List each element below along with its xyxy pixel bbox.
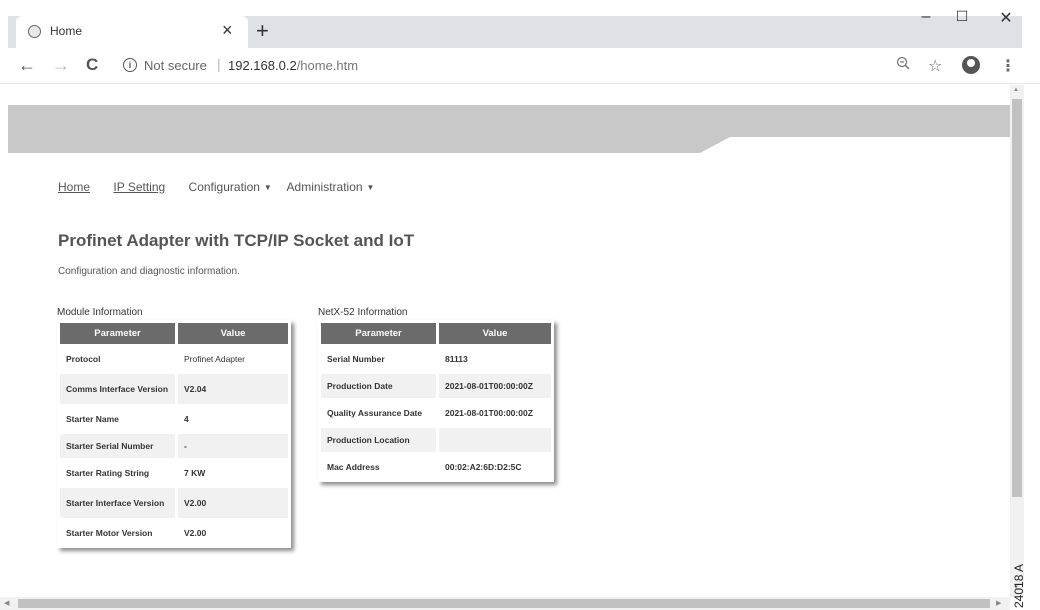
table-row: Starter Name 4: [60, 407, 288, 431]
table-header-row: Parameter Value: [60, 323, 288, 344]
menu-administration-dropdown[interactable]: Administration ▼: [287, 180, 375, 194]
chevron-down-icon: ▼: [366, 183, 375, 193]
param-cell: Starter Interface Version: [60, 488, 175, 518]
column-header-value: Value: [178, 323, 288, 344]
main-menu: Home IP Setting Configuration ▼ Administr…: [58, 180, 386, 194]
new-tab-button[interactable]: +: [256, 18, 269, 44]
value-cell: 2021-08-01T00:00:00Z: [439, 374, 551, 398]
menu-dots-icon[interactable]: ⋮: [1000, 56, 1016, 76]
param-cell: Mac Address: [327, 462, 380, 472]
table-row: Protocol Profinet Adapter: [60, 347, 288, 371]
maximize-button[interactable]: ☐: [950, 8, 974, 25]
scroll-right-icon[interactable]: ▶: [996, 599, 1001, 607]
param-cell: Production Location: [321, 428, 436, 452]
param-cell: Production Date: [321, 374, 436, 398]
browser-tab-home[interactable]: Home ×: [16, 16, 248, 48]
module-info-title: Module Information: [57, 307, 143, 318]
table-row: Quality Assurance Date 2021-08-01T00:00:…: [321, 401, 551, 425]
netx-info-table: Parameter Value Serial Number 81113 Prod…: [318, 320, 554, 482]
tab-title: Home: [50, 24, 83, 38]
vertical-scroll-thumb[interactable]: [1012, 99, 1022, 497]
table-row: Starter Interface Version V2.00: [60, 488, 288, 518]
value-cell: [439, 428, 551, 452]
column-header-value: Value: [439, 323, 551, 344]
value-cell: V2.00: [178, 488, 288, 518]
profile-icon[interactable]: [962, 56, 980, 74]
tab-close-icon[interactable]: ×: [222, 21, 233, 39]
minimize-button[interactable]: –: [914, 8, 938, 26]
vertical-scrollbar[interactable]: ▲ ▼: [1010, 85, 1024, 597]
param-cell: Starter Motor Version: [66, 528, 153, 538]
forward-icon[interactable]: →: [52, 54, 70, 76]
value-cell: 7 KW: [184, 468, 206, 478]
page-viewport: Home IP Setting Configuration ▼ Administr…: [0, 85, 1010, 597]
module-info-table: Parameter Value Protocol Profinet Adapte…: [57, 320, 291, 548]
browser-titlebar: Home × + – ☐ ✕: [0, 0, 1040, 48]
table-row: Starter Rating String 7 KW: [60, 461, 288, 485]
table-row: Serial Number 81113: [321, 347, 551, 371]
document-reference-label: 24018 A: [1012, 563, 1026, 608]
value-cell: 4: [184, 414, 189, 424]
param-cell: Protocol: [66, 354, 101, 364]
menu-configuration-dropdown[interactable]: Configuration ▼: [189, 180, 272, 194]
chevron-down-icon: ▼: [263, 183, 272, 193]
column-header-parameter: Parameter: [321, 323, 436, 344]
table-row: Starter Motor Version V2.00: [60, 521, 288, 545]
security-label[interactable]: Not secure: [144, 58, 207, 73]
zoom-icon[interactable]: [896, 56, 910, 75]
table-row: Production Location: [321, 428, 551, 452]
param-cell: Starter Name: [66, 414, 119, 424]
param-cell: Starter Rating String: [66, 468, 150, 478]
param-cell: Starter Serial Number: [60, 434, 175, 458]
url-separator: |: [217, 56, 221, 72]
value-cell: 2021-08-01T00:00:00Z: [445, 408, 533, 418]
horizontal-scroll-thumb[interactable]: [18, 599, 990, 608]
value-cell: 81113: [445, 354, 468, 364]
star-icon[interactable]: ☆: [928, 56, 942, 76]
back-icon[interactable]: ←: [18, 54, 36, 76]
url-field[interactable]: 192.168.0.2/home.htm: [228, 58, 358, 73]
value-cell: 00:02:A2:6D:D2:5C: [445, 462, 522, 472]
param-cell: Serial Number: [327, 354, 385, 364]
menu-ip-setting-link[interactable]: IP Setting: [113, 180, 165, 194]
value-cell: V2.04: [178, 374, 288, 404]
scroll-left-icon[interactable]: ◀: [4, 599, 9, 607]
table-row: Comms Interface Version V2.04: [60, 374, 288, 404]
info-icon[interactable]: i: [123, 58, 137, 72]
page-title: Profinet Adapter with TCP/IP Socket and …: [58, 231, 415, 250]
menu-home-link[interactable]: Home: [58, 180, 90, 194]
table-header-row: Parameter Value: [321, 323, 551, 344]
value-cell: Profinet Adapter: [184, 354, 245, 364]
address-bar-row: ← → C i Not secure | 192.168.0.2/home.ht…: [0, 48, 1040, 84]
value-cell: V2.00: [184, 528, 207, 538]
column-header-parameter: Parameter: [60, 323, 175, 344]
table-row: Mac Address 00:02:A2:6D:D2:5C: [321, 455, 551, 479]
url-host: 192.168.0.2: [228, 58, 297, 73]
url-path: /home.htm: [296, 58, 359, 73]
banner-cutout: [700, 137, 1010, 153]
netx-info-title: NetX-52 Information: [318, 307, 408, 318]
horizontal-scrollbar[interactable]: ◀ ▶: [0, 597, 1010, 610]
param-cell: Comms Interface Version: [60, 374, 175, 404]
close-window-button[interactable]: ✕: [994, 8, 1018, 28]
globe-icon: [28, 25, 41, 38]
table-row: Production Date 2021-08-01T00:00:00Z: [321, 374, 551, 398]
table-row: Starter Serial Number -: [60, 434, 288, 458]
value-cell: -: [178, 434, 288, 458]
reload-icon[interactable]: C: [86, 54, 98, 76]
page-subtitle: Configuration and diagnostic information…: [58, 266, 240, 277]
scroll-up-icon[interactable]: ▲: [1013, 87, 1019, 93]
param-cell: Quality Assurance Date: [327, 408, 423, 418]
